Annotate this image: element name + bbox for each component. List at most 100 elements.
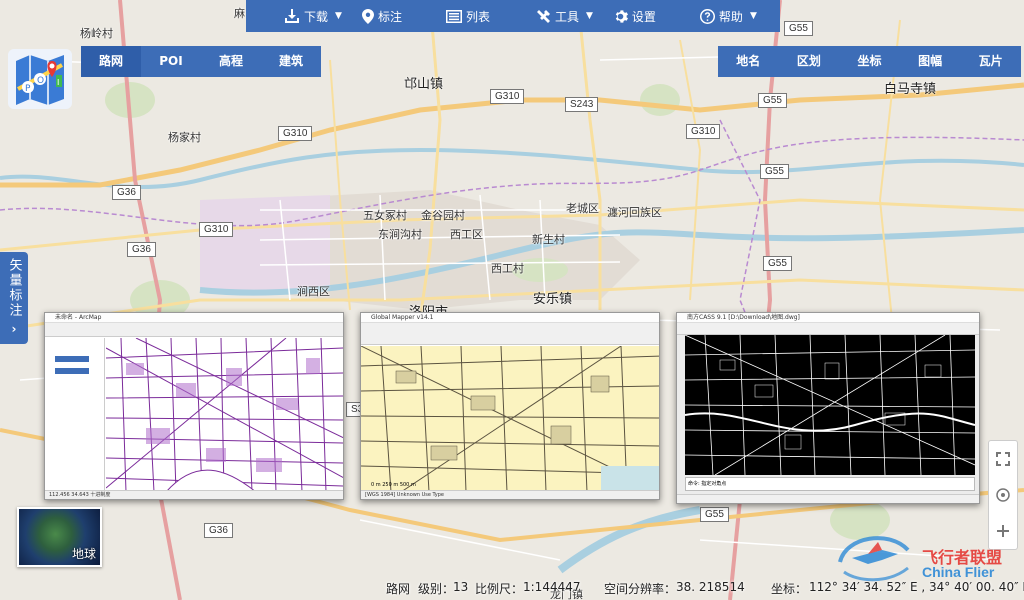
road-shield: G310 [490,89,525,104]
svg-text:I: I [57,78,59,87]
place-label: 老城区 [566,202,599,215]
road-shield: G55 [760,164,789,179]
fullscreen-icon [996,452,1010,466]
cad-screenshot: 南方CASS 9.1 [D:\Download\地图.dwg] 命令: 指定对角… [676,312,980,504]
road-shield: G310 [278,126,313,141]
vector-annotation-tab[interactable]: 矢量标注 › [0,252,28,344]
global-mapper-map-view: 0 m 250 m 500 m [361,346,659,492]
svg-text:P: P [25,84,31,94]
svg-text:0 m 250 m 500 m: 0 m 250 m 500 m [371,482,416,488]
watermark-en: China Flier [922,564,995,580]
road-shield: G310 [686,124,721,139]
tools-label: 工具 [554,9,579,24]
place-label: 西工区 [450,228,483,241]
global-mapper-status: [WGS 1984] Unknown Use Type [361,490,659,499]
annotate-button[interactable]: 标注 [352,0,412,32]
cad-drawing-view [685,335,975,475]
locate-button[interactable] [992,484,1014,506]
place-label: 五女冢村 [363,209,407,222]
place-label: 金谷园村 [421,209,465,222]
help-button[interactable]: 帮助 ▼ [690,0,767,32]
app-logo: P O I [8,49,72,109]
vector-annotation-label: 矢量标注 [6,258,22,318]
place-label: 杨家村 [168,131,201,144]
tab-elevation[interactable]: 高程 [201,46,261,77]
status-layer: 路网 [386,582,411,596]
place-label: 新生村 [532,233,565,246]
road-shield: G55 [784,21,813,36]
cad-toolbar [677,323,979,335]
settings-button[interactable]: 设置 [603,0,666,32]
gear-icon [615,9,628,23]
road-shield: S243 [565,97,599,112]
settings-label: 设置 [631,9,656,24]
road-shield: G36 [204,523,233,538]
chevron-down-icon: ▼ [749,11,757,21]
chevron-down-icon: ▼ [335,11,342,21]
help-icon [699,8,715,24]
tools-button[interactable]: 工具 ▼ [526,0,603,32]
tab-district[interactable]: 区划 [779,46,840,77]
place-label: 杨岭村 [80,27,113,40]
arcmap-screenshot: 未命名 - ArcMap 112.456 34.643 十进制度 [44,312,344,500]
list-icon [445,9,462,23]
layer-tabs: 路网 POI 高程 建筑 [81,46,321,77]
tab-place-name[interactable]: 地名 [718,46,779,77]
place-label: 白马寺镇 [884,82,937,97]
map-pin-icon [361,8,374,24]
status-resolution-value: 38. 218514 [676,580,745,594]
annotate-label: 标注 [377,9,402,24]
tools-icon [536,9,550,23]
locate-icon [996,488,1010,502]
earth-view-label: 地球 [71,547,96,561]
arcmap-map-view [106,338,343,492]
download-button[interactable]: 下载 ▼ [274,0,352,32]
place-label: 西工村 [491,262,524,275]
arcmap-title: 未命名 - ArcMap [45,313,343,323]
road-shield: G55 [758,93,787,108]
road-shield: G55 [763,256,792,271]
road-shield: G55 [700,507,729,522]
global-mapper-screenshot: Global Mapper v14.1 0 m 250 m 500 m [WGS… [360,312,660,500]
road-shield: G36 [112,185,141,200]
status-scale-value: 1:144447 [523,580,581,594]
fullscreen-button[interactable] [992,448,1014,470]
status-level-label: 级别： [418,582,455,596]
status-coord-label: 坐标： [771,582,808,596]
place-label: 邙山镇 [404,77,444,92]
global-mapper-toolbar [361,323,659,345]
china-flier-watermark: 飞行者联盟 China Flier [838,528,1024,586]
status-resolution-label: 空间分辨率： [604,582,677,596]
tab-map-sheet[interactable]: 图幅 [900,46,961,77]
app-logo-icon: P O I [16,55,64,105]
place-label: 麻 [234,7,245,20]
cad-title: 南方CASS 9.1 [D:\Download\地图.dwg] [677,313,979,323]
status-scale-label: 比例尺： [475,582,524,596]
help-label: 帮助 [718,9,743,24]
download-icon [285,9,299,23]
map-canvas[interactable]: 杨岭村 邙山镇 白马寺镇 杨家村 五女冢村 金谷园村 老城区 瀍河回族区 东涧沟… [0,0,1024,600]
tab-coordinate[interactable]: 坐标 [839,46,900,77]
list-button[interactable]: 列表 [436,0,500,32]
chevron-right-icon: › [11,322,17,336]
place-label: 涧西区 [297,285,330,298]
tab-tiles[interactable]: 瓦片 [960,46,1021,77]
tab-road-network[interactable]: 路网 [81,46,141,77]
place-label: 安乐镇 [533,292,573,307]
tab-buildings[interactable]: 建筑 [261,46,321,77]
cad-command-line: 命令: 指定对角点 [685,477,975,491]
tab-poi[interactable]: POI [141,46,201,77]
road-shield: G36 [127,242,156,257]
global-mapper-title: Global Mapper v14.1 [361,313,659,323]
download-label: 下载 [304,9,329,24]
arcmap-toc [45,338,105,492]
chevron-down-icon: ▼ [585,11,593,21]
arcmap-toolbar [45,323,343,337]
earth-view-toggle[interactable]: 地球 [17,507,102,567]
query-tabs: 地名 区划 坐标 图幅 瓦片 [718,46,1021,77]
status-level-value: 13 [453,580,469,594]
road-shield: G310 [199,222,234,237]
list-label: 列表 [465,9,490,24]
place-label: 东涧沟村 [378,228,422,241]
svg-text:O: O [37,76,44,86]
